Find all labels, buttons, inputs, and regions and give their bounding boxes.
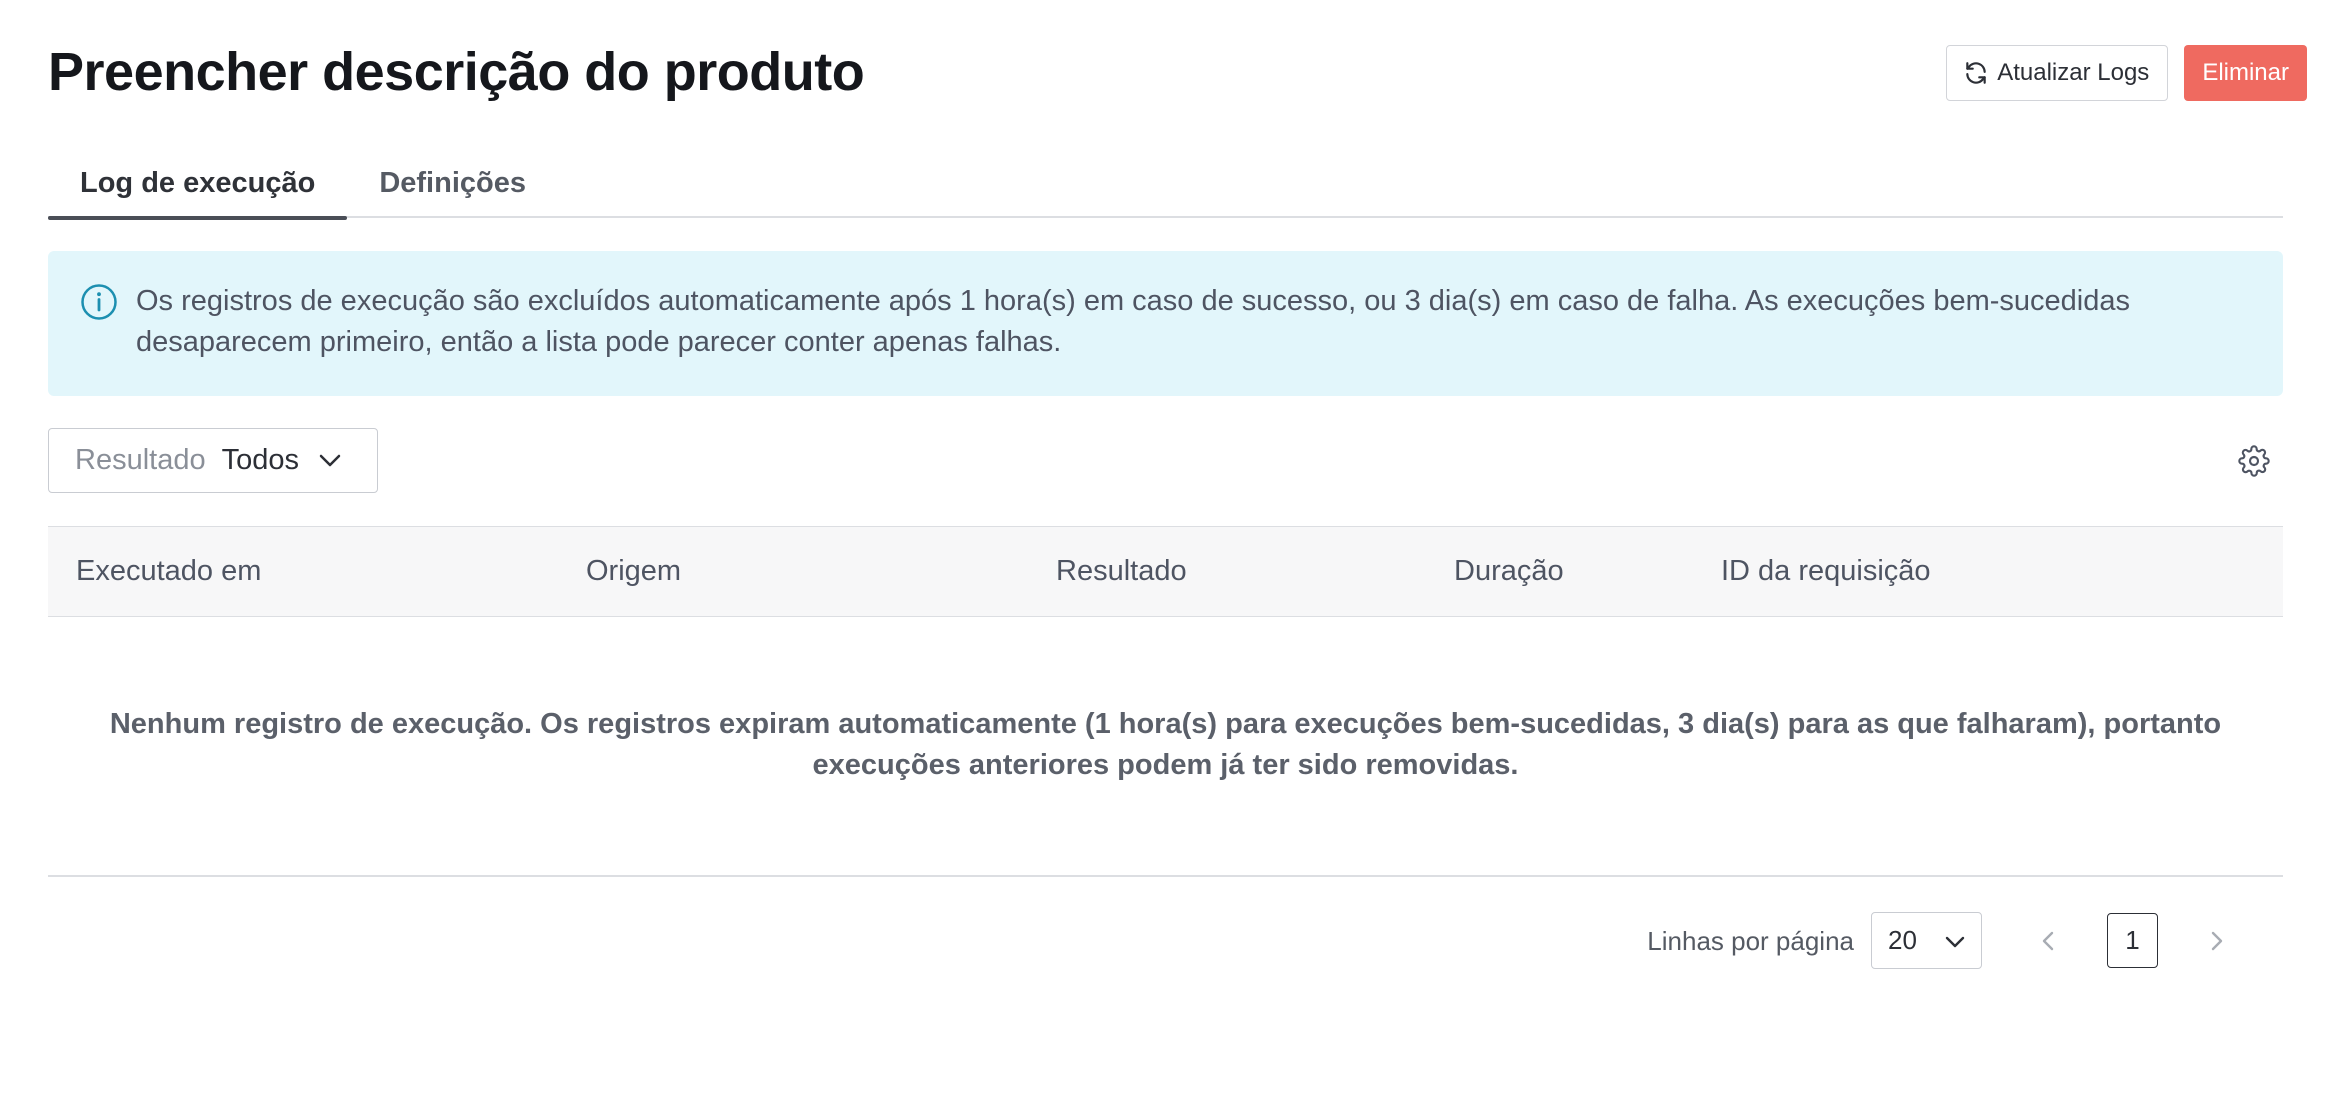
chevron-down-icon [1945, 925, 1965, 956]
rows-per-page-select[interactable]: 20 [1871, 912, 1982, 969]
filter-label: Resultado [75, 444, 206, 476]
info-banner: Os registros de execução são excluídos a… [48, 251, 2283, 396]
chevron-down-icon [319, 454, 341, 468]
tab-settings[interactable]: Definições [347, 148, 558, 218]
rows-per-page-label: Linhas por página [1647, 925, 1854, 956]
header-actions: Atualizar Logs Eliminar [1946, 45, 2307, 101]
chevron-left-icon[interactable] [2032, 924, 2066, 958]
gear-icon[interactable] [2238, 445, 2270, 477]
tabs: Log de execução Definições [48, 148, 2283, 220]
table-header: Executado em Origem Resultado Duração ID… [48, 526, 2283, 617]
page-title: Preencher descrição do produto [48, 42, 865, 102]
refresh-logs-button[interactable]: Atualizar Logs [1946, 45, 2169, 101]
chevron-right-icon[interactable] [2199, 924, 2233, 958]
pagination: Linhas por página 20 1 [0, 912, 2336, 970]
column-header-result[interactable]: Resultado [1056, 527, 1187, 615]
empty-state-message: Nenhum registro de execução. Os registro… [109, 708, 2222, 781]
info-banner-text: Os registros de execução são excluídos a… [136, 285, 2130, 358]
result-filter-dropdown[interactable]: Resultado Todos [48, 428, 378, 493]
filter-value: Todos [221, 444, 299, 476]
column-header-executed-at[interactable]: Executado em [76, 527, 261, 615]
column-header-origin[interactable]: Origem [586, 527, 681, 615]
table-divider [48, 875, 2283, 877]
column-header-request-id[interactable]: ID da requisição [1721, 527, 1931, 615]
page-number-button[interactable]: 1 [2107, 913, 2158, 968]
column-header-duration[interactable]: Duração [1454, 527, 1564, 615]
delete-button[interactable]: Eliminar [2184, 45, 2307, 101]
tab-execution-log[interactable]: Log de execução [48, 148, 348, 220]
rows-per-page-value: 20 [1888, 925, 1917, 955]
refresh-icon [1963, 60, 1989, 86]
refresh-logs-label: Atualizar Logs [1997, 59, 2150, 86]
info-icon [80, 283, 118, 321]
